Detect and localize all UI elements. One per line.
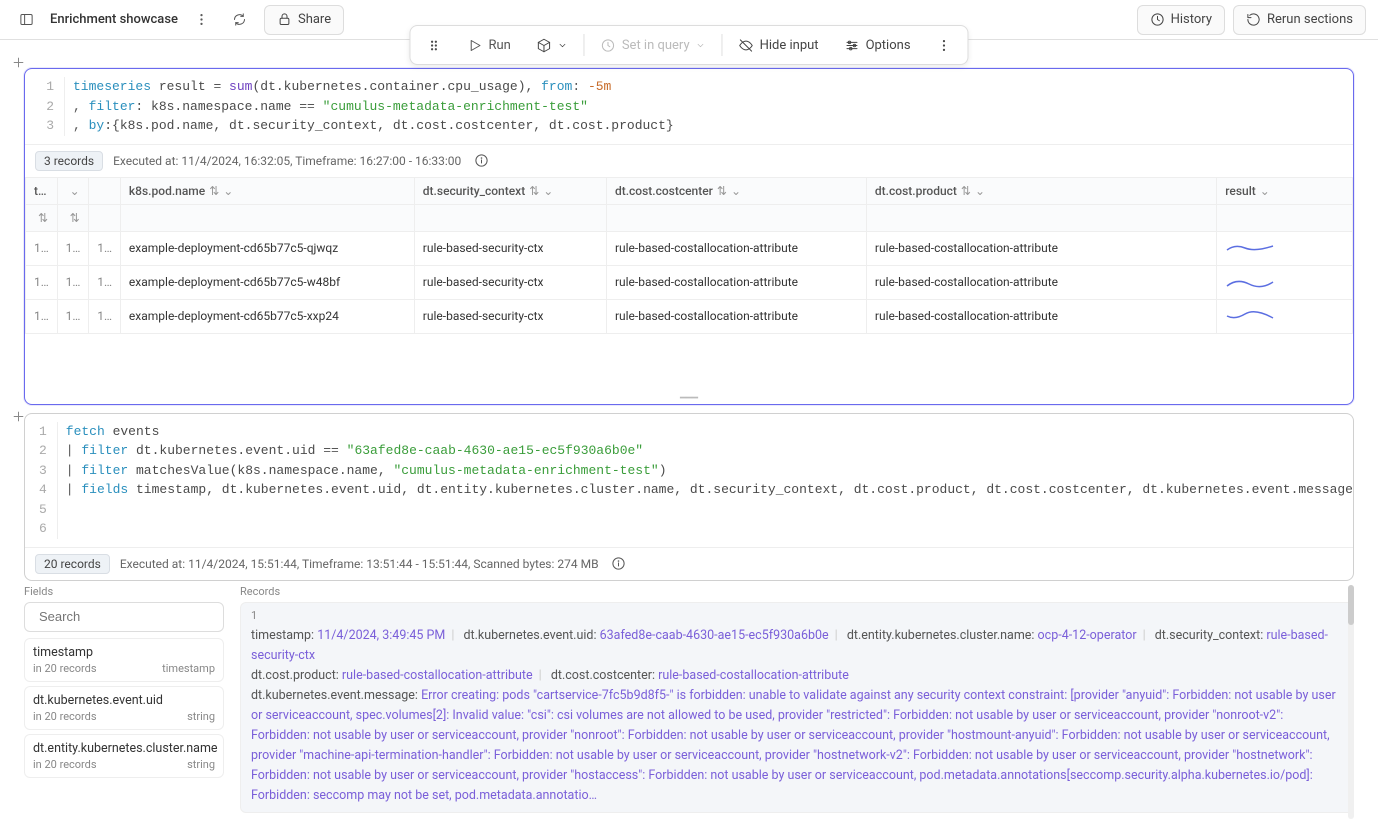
results-table-1: ti…⌄ ⌄ k8s.pod.name⇅⌄ dt.security_contex… (25, 177, 1353, 334)
resize-handle[interactable]: ━━━ (25, 394, 1353, 404)
field-item[interactable]: dt.kubernetes.event.uidin 20 recordsstri… (24, 686, 224, 730)
records-scrollbar[interactable] (1348, 585, 1354, 819)
bottom-panes: Fields timestampin 20 recordstimestampdt… (24, 585, 1354, 819)
record-body: timestamp: 11/4/2024, 3:49:45 PM| dt.kub… (251, 626, 1343, 806)
col-product[interactable]: dt.cost.product⇅⌄ (866, 177, 1216, 204)
share-button[interactable]: Share (264, 5, 344, 35)
sidebar-toggle-icon[interactable] (12, 6, 40, 34)
col-timeseries[interactable]: ti…⌄ (26, 177, 58, 204)
fields-pane: Fields timestampin 20 recordstimestampdt… (24, 585, 224, 819)
section-more-icon[interactable] (927, 30, 962, 60)
cube-icon[interactable] (527, 30, 578, 60)
run-label: Run (488, 38, 510, 53)
rerun-button[interactable]: Rerun sections (1233, 5, 1366, 35)
field-item[interactable]: timestampin 20 recordstimestamp (24, 638, 224, 682)
executed-info: Executed at: 11/4/2024, 16:32:05, Timefr… (113, 154, 461, 168)
run-button[interactable]: Run (457, 30, 520, 60)
col-podname[interactable]: k8s.pod.name⇅⌄ (120, 177, 414, 204)
page-title: Enrichment showcase (50, 12, 178, 27)
set-in-query-label: Set in query (622, 38, 690, 53)
col-result[interactable]: result⌄ (1217, 177, 1353, 204)
options-label: Options (866, 38, 911, 53)
table-row[interactable]: 1… 1… 1… example-deployment-cd65b77c5-w4… (26, 265, 1353, 299)
field-item[interactable]: dt.entity.kubernetes.cluster.namein 20 r… (24, 734, 224, 778)
query-editor-2[interactable]: 123456 fetch events | filter dt.kubernet… (25, 414, 1353, 547)
records-pane: Records 1 timestamp: 11/4/2024, 3:49:45 … (240, 585, 1354, 819)
section-toolbar: Run Set in query Hide input Options (409, 25, 968, 65)
info-icon[interactable] (471, 151, 491, 171)
records-count: 3 records (35, 151, 103, 171)
query-section-2: 123456 fetch events | filter dt.kubernet… (24, 413, 1354, 581)
table-row[interactable]: 1… 1… 1… example-deployment-cd65b77c5-xx… (26, 299, 1353, 333)
more-icon[interactable] (188, 6, 216, 34)
history-label: History (1171, 12, 1212, 27)
info-icon-2[interactable] (609, 554, 629, 574)
fields-search[interactable] (24, 602, 224, 632)
records-count-2: 20 records (35, 554, 110, 574)
record-card[interactable]: 1 timestamp: 11/4/2024, 3:49:45 PM| dt.k… (240, 602, 1354, 813)
fields-label: Fields (24, 585, 224, 598)
executed-info-2: Executed at: 11/4/2024, 15:51:44, Timefr… (120, 557, 599, 571)
options-button[interactable]: Options (835, 30, 921, 60)
fields-search-input[interactable] (39, 609, 215, 624)
gutter: 123 (25, 77, 65, 136)
col-security[interactable]: dt.security_context⇅⌄ (414, 177, 606, 204)
rerun-label: Rerun sections (1267, 12, 1353, 27)
history-button[interactable]: History (1137, 5, 1225, 35)
drag-handle-icon[interactable] (416, 30, 451, 60)
hide-input-label: Hide input (760, 38, 819, 53)
col-costcenter[interactable]: dt.cost.costcenter⇅⌄ (606, 177, 866, 204)
set-in-query-button[interactable]: Set in query (591, 30, 716, 60)
table-header: ti…⌄ ⌄ k8s.pod.name⇅⌄ dt.security_contex… (26, 177, 1353, 204)
record-index: 1 (251, 609, 1343, 622)
col-expand[interactable]: ⌄ (57, 177, 89, 204)
records-label: Records (240, 585, 1354, 598)
query-section-1: Run Set in query Hide input Options 123 … (24, 68, 1354, 405)
results-bar-1: 3 records Executed at: 11/4/2024, 16:32:… (25, 144, 1353, 177)
gutter: 123456 (25, 422, 58, 539)
table-row[interactable]: 1… 1… 1… example-deployment-cd65b77c5-qj… (26, 231, 1353, 265)
hide-input-button[interactable]: Hide input (729, 30, 829, 60)
share-label: Share (298, 12, 331, 27)
sync-icon[interactable] (226, 6, 254, 34)
results-bar-2: 20 records Executed at: 11/4/2024, 15:51… (25, 547, 1353, 580)
query-editor-1[interactable]: 123 timeseries result = sum(dt.kubernete… (25, 69, 1353, 144)
